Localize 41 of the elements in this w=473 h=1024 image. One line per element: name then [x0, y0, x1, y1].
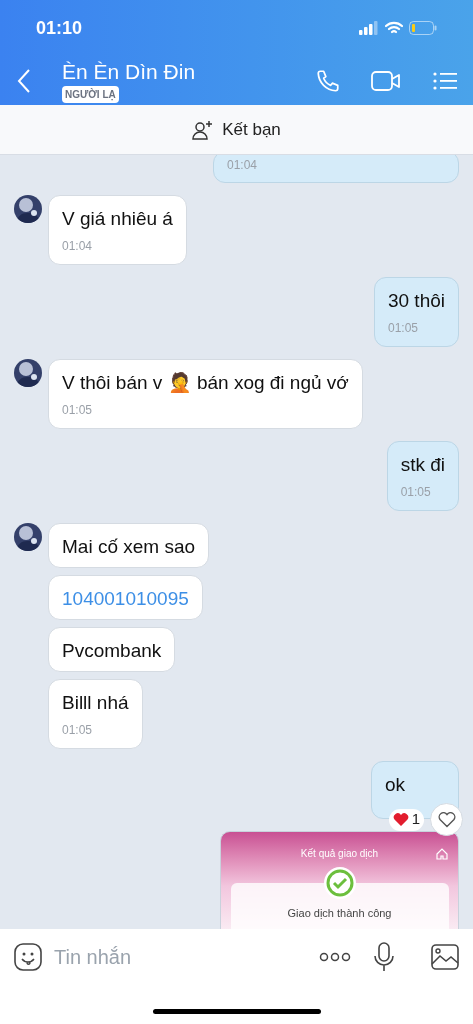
back-icon[interactable]	[16, 67, 32, 94]
message-input[interactable]: Tin nhắn	[54, 941, 319, 972]
success-check-icon	[323, 867, 356, 899]
message-time: 01:04	[227, 157, 259, 174]
message-text: ok	[385, 774, 407, 796]
message-text: V thôi bán v 🤦 bán xog đi ngủ vớ	[62, 372, 349, 394]
video-call-icon[interactable]	[371, 68, 401, 93]
message-time: 01:05	[62, 722, 94, 739]
message-text: stk đi	[400, 454, 445, 476]
add-friend-link[interactable]: Kết bạn	[222, 116, 281, 143]
avatar[interactable]	[14, 523, 42, 551]
image-icon[interactable]	[431, 943, 459, 970]
message-text: 30 thôi	[387, 290, 445, 312]
menu-icon[interactable]	[433, 70, 457, 91]
signal-icon	[359, 21, 379, 35]
message-text: Mai cố xem sao	[62, 536, 196, 558]
microphone-icon[interactable]	[373, 941, 395, 972]
message-time: 01:04	[62, 238, 94, 255]
receipt-card[interactable]: Kết quả giao dịch Giao dịch thành công	[220, 831, 459, 929]
add-friend-icon[interactable]	[192, 119, 215, 140]
contact-name: Èn Èn Dìn Đin	[62, 58, 196, 85]
avatar[interactable]	[14, 195, 42, 223]
avatar[interactable]	[14, 359, 42, 387]
wifi-icon	[385, 21, 403, 35]
battery-icon	[409, 21, 437, 35]
more-icon[interactable]	[319, 950, 351, 963]
message-time: 01:05	[387, 320, 419, 337]
phone-icon[interactable]	[315, 67, 341, 94]
receipt-status: Giao dịch thành công	[287, 906, 392, 921]
sticker-icon[interactable]	[14, 942, 42, 971]
heart-icon	[392, 812, 409, 827]
stranger-badge: NGƯỜI LẠ	[62, 85, 119, 103]
message-text: Billl nhá	[62, 692, 129, 714]
message-text: V giá nhiêu á	[62, 208, 173, 230]
home-icon	[436, 847, 448, 860]
receipt-title: Kết quả giao dịch	[300, 847, 379, 861]
message-time: 01:05	[400, 484, 432, 501]
message-time: 01:05	[62, 402, 94, 419]
heart-outline-icon	[437, 811, 456, 828]
status-time: 01:10	[36, 16, 83, 40]
message-text: Pvcombank	[62, 640, 162, 662]
